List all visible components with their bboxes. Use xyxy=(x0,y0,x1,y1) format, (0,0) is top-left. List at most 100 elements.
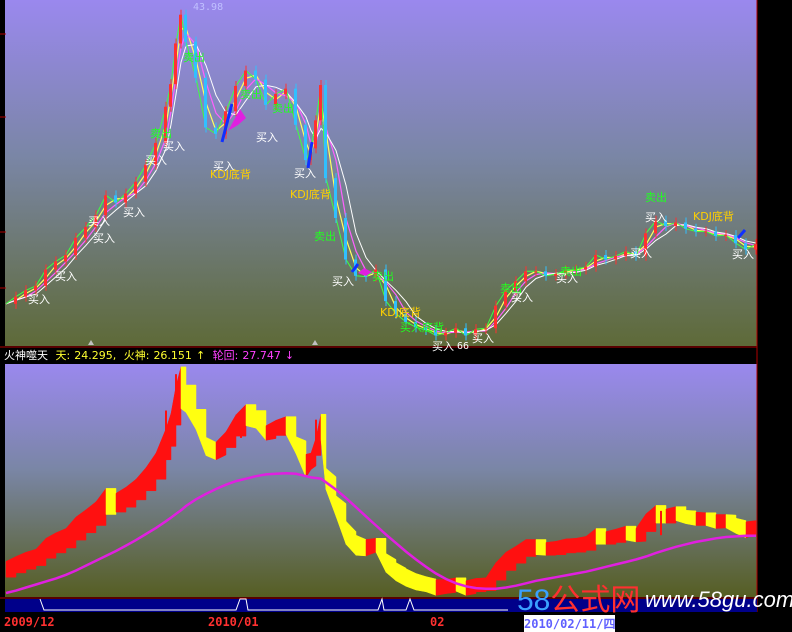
price-min-label: 66 xyxy=(457,341,469,352)
signal-label: 买入 xyxy=(732,248,754,261)
signal-label: 买入 xyxy=(256,131,278,144)
candle-body-26 xyxy=(244,70,247,86)
candle-body-62 xyxy=(584,266,587,270)
watermark-logo-text: 公式网 xyxy=(550,584,641,617)
band-segment-3 xyxy=(25,548,37,570)
upper-panel-bg xyxy=(5,0,757,346)
tian-value: 24.295, xyxy=(74,349,117,362)
candle-body-77 xyxy=(734,235,737,244)
candle-body-3 xyxy=(34,285,37,291)
band-segment-74 xyxy=(695,511,707,526)
candle-body-38 xyxy=(344,217,347,260)
signal-label: 买入底背 xyxy=(400,321,444,334)
candle-body-71 xyxy=(674,222,677,227)
signal-label: KDJ底背 xyxy=(380,306,421,319)
date-label-2: 2010/01 xyxy=(208,615,259,629)
signal-label: 买入 xyxy=(28,293,50,306)
signal-label: 买入 xyxy=(123,206,145,219)
date-label-1: 2009/12 xyxy=(4,615,55,629)
signal-label: 卖出 xyxy=(240,88,262,101)
signal-label: 卖出 xyxy=(500,282,522,295)
lunhui-value: 27.747 xyxy=(242,349,281,362)
band-segment-6 xyxy=(55,528,67,554)
signal-label: 买入 xyxy=(630,247,652,260)
candle-body-57 xyxy=(534,271,537,273)
candle-body-63 xyxy=(594,255,597,267)
candle-body-66 xyxy=(624,251,627,256)
candle-body-65 xyxy=(614,255,617,260)
signal-label: 卖出 xyxy=(183,51,205,64)
candle-body-18 xyxy=(174,43,177,85)
candle-body-6 xyxy=(64,255,67,262)
signal-label: KDJ底背 xyxy=(693,210,734,223)
band-segment-27 xyxy=(245,404,257,429)
date-label-3: 02 xyxy=(430,615,445,629)
signal-label: KDJ底背 xyxy=(290,188,331,201)
signal-label: 卖出 xyxy=(372,270,394,283)
candle-body-56 xyxy=(524,271,527,282)
candle-body-13 xyxy=(134,181,137,194)
lunhui-arrow-icon: ↓ xyxy=(284,349,295,362)
candle-body-72 xyxy=(684,222,687,229)
candle-body-48 xyxy=(444,332,447,336)
watermark-logo-num: 58 xyxy=(517,584,551,617)
candle-body-25 xyxy=(234,85,237,112)
signal-label: 卖出 xyxy=(150,127,172,140)
band-segment-60 xyxy=(555,538,567,555)
signal-label: 买入 xyxy=(55,270,77,283)
candle-body-27 xyxy=(254,70,257,80)
candle-body-64 xyxy=(604,255,607,260)
band-segment-72 xyxy=(675,506,687,525)
watermark-logo: 58公式网 xyxy=(517,575,640,619)
band-segment-20 xyxy=(180,366,187,413)
watermark-site: www.58gu.com xyxy=(645,587,792,612)
band-segment-71 xyxy=(665,506,677,524)
candle-body-22 xyxy=(204,77,207,128)
indicator-legend: 火神噬天 天: 24.295, 火神: 26.151 ↑ 轮回: 27.747 ↓ xyxy=(4,348,298,364)
candle-body-74 xyxy=(704,231,707,233)
candle-body-58 xyxy=(544,271,547,276)
candle-body-73 xyxy=(694,228,697,232)
band-segment-61 xyxy=(565,538,577,554)
signal-label: 买入 xyxy=(88,215,110,228)
candle-body-35 xyxy=(319,85,322,121)
candle-body-34 xyxy=(314,120,317,149)
candle-body-53 xyxy=(494,305,497,329)
watermark: 58公式网 www.58gu.com xyxy=(505,565,792,621)
signal-label: 买入 xyxy=(145,154,167,167)
tian-label: 天: xyxy=(55,349,71,362)
candle-body-75 xyxy=(714,231,717,237)
candle-body-12 xyxy=(124,193,127,203)
band-segment-64 xyxy=(595,528,607,545)
candle-body-32 xyxy=(304,124,307,161)
signal-label: 买入 xyxy=(556,272,578,285)
band-segment-75 xyxy=(705,512,717,529)
band-segment-73 xyxy=(685,510,697,526)
candle-body-8 xyxy=(84,226,87,238)
signal-label: 买入 xyxy=(294,167,316,180)
band-segment-59 xyxy=(545,541,557,556)
candle-body-1 xyxy=(14,296,17,304)
signal-label: KDJ底背 xyxy=(210,168,251,181)
signal-label: 买入 xyxy=(432,340,454,353)
candle-body-7 xyxy=(74,237,77,256)
candle-body-2 xyxy=(24,290,27,297)
candle-body-17 xyxy=(169,84,172,107)
signal-label: 买入 xyxy=(472,332,494,345)
band-segment-76 xyxy=(715,514,727,529)
signal-label: 买入 xyxy=(93,232,115,245)
lunhui-label: 轮回: xyxy=(212,349,239,362)
candle-body-23 xyxy=(214,127,217,134)
candle-body-50 xyxy=(464,328,467,336)
candle-body-79 xyxy=(754,244,757,250)
band-segment-57 xyxy=(525,539,537,557)
band-segment-46 xyxy=(415,573,427,593)
band-segment-66 xyxy=(615,525,627,543)
candle-body-36 xyxy=(324,85,327,179)
price-max-label: 43.98 xyxy=(193,2,223,13)
candle-body-31 xyxy=(294,88,297,125)
signal-label: 卖出 xyxy=(272,102,294,115)
signal-label: 买入 xyxy=(645,211,667,224)
signal-label: 卖出 xyxy=(645,191,667,204)
candle-body-20 xyxy=(184,14,187,42)
